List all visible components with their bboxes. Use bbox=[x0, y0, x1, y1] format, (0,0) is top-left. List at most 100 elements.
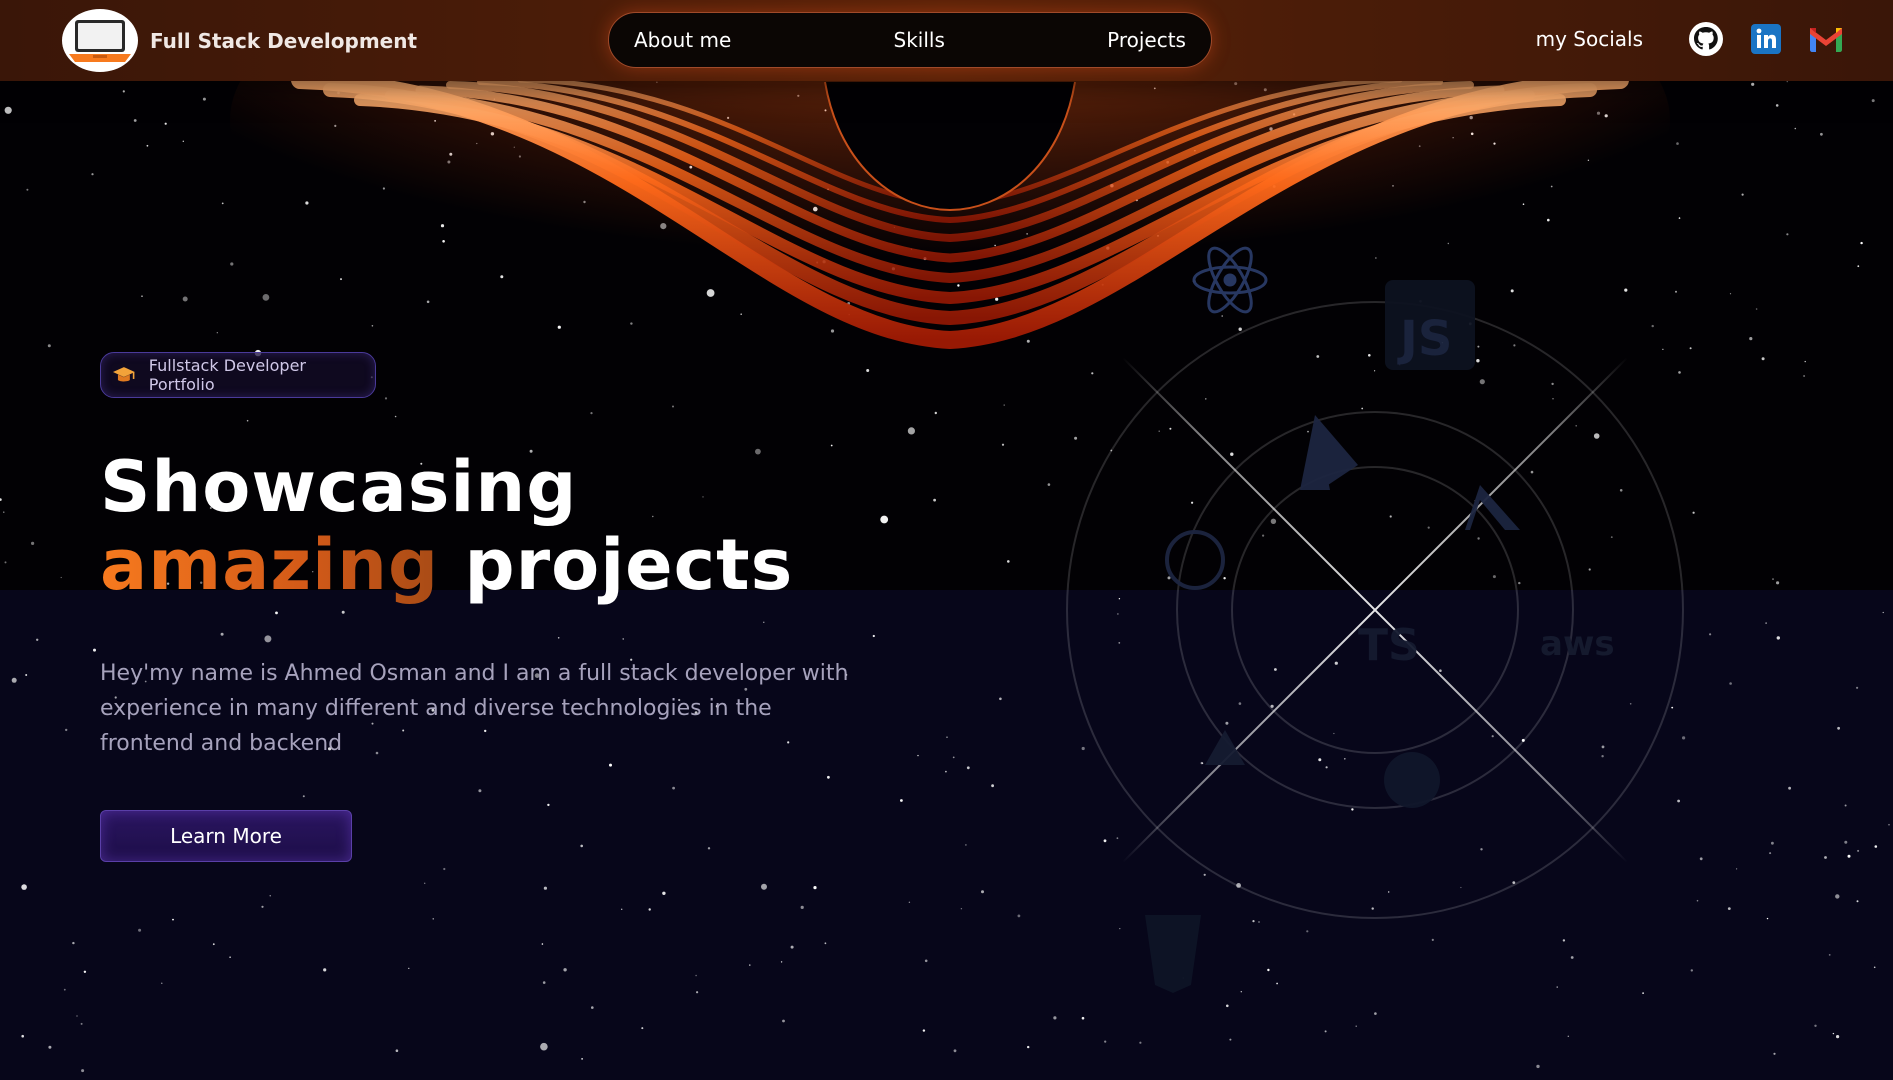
star bbox=[749, 964, 751, 966]
openai-icon bbox=[1165, 530, 1225, 590]
socials-label: my Socials bbox=[1535, 27, 1643, 51]
star bbox=[648, 908, 651, 911]
star bbox=[161, 982, 163, 984]
star bbox=[1844, 804, 1847, 807]
star bbox=[953, 1049, 957, 1053]
star bbox=[695, 974, 697, 977]
star bbox=[542, 981, 546, 984]
star bbox=[1837, 726, 1840, 730]
star bbox=[1874, 845, 1878, 848]
star bbox=[275, 611, 278, 615]
learn-more-button[interactable]: Learn More bbox=[100, 810, 352, 862]
star bbox=[1856, 900, 1859, 903]
star bbox=[443, 867, 446, 871]
star bbox=[541, 943, 544, 945]
star bbox=[782, 1019, 785, 1023]
star bbox=[880, 515, 889, 524]
star bbox=[1856, 686, 1859, 689]
star bbox=[1104, 1040, 1107, 1043]
badge-text: Fullstack Developer Portfolio bbox=[148, 356, 306, 394]
headline-line-1: Showcasing bbox=[100, 446, 578, 528]
star bbox=[800, 905, 804, 910]
star bbox=[138, 928, 142, 932]
skills-wheel: JS TS aws bbox=[970, 205, 1780, 1015]
star bbox=[763, 621, 765, 623]
star bbox=[907, 427, 916, 435]
star bbox=[872, 634, 875, 638]
star bbox=[76, 1015, 78, 1017]
github-wheel-icon bbox=[1384, 752, 1440, 808]
aws-icon: aws bbox=[1540, 624, 1615, 664]
star bbox=[1847, 854, 1851, 858]
headline-rest: projects bbox=[464, 524, 794, 606]
star bbox=[824, 942, 827, 945]
star bbox=[21, 884, 27, 890]
star bbox=[48, 1045, 52, 1049]
star bbox=[212, 943, 215, 946]
star bbox=[65, 728, 68, 732]
star bbox=[946, 736, 948, 738]
react-icon bbox=[1192, 246, 1268, 314]
github-icon[interactable] bbox=[1687, 20, 1725, 58]
star bbox=[0, 498, 2, 501]
star bbox=[813, 886, 817, 890]
headline-accent: amazing bbox=[100, 524, 440, 606]
portfolio-badge: Fullstack Developer Portfolio bbox=[100, 352, 376, 398]
star bbox=[1536, 1064, 1540, 1069]
star bbox=[1229, 1038, 1232, 1041]
star bbox=[36, 638, 39, 641]
star bbox=[908, 901, 911, 903]
star bbox=[543, 886, 548, 890]
graduation-cap-icon bbox=[112, 367, 135, 382]
headline-line-2: amazing projects bbox=[100, 526, 793, 604]
star bbox=[21, 1034, 25, 1038]
star bbox=[641, 1027, 644, 1030]
star bbox=[662, 891, 666, 895]
star bbox=[952, 756, 955, 759]
nav-item-about-me[interactable]: About me bbox=[634, 28, 731, 52]
brand[interactable]: Full Stack Development bbox=[62, 9, 417, 72]
star bbox=[269, 895, 271, 897]
star bbox=[581, 1058, 583, 1060]
socials: my Socials bbox=[1536, 20, 1845, 58]
star bbox=[540, 1042, 548, 1051]
star bbox=[790, 945, 794, 949]
star bbox=[81, 1069, 85, 1073]
firebase-icon bbox=[1300, 415, 1358, 490]
star bbox=[25, 674, 28, 676]
wheel-tech-icons: JS TS aws bbox=[1145, 246, 1615, 993]
star bbox=[547, 803, 550, 807]
star bbox=[264, 635, 272, 643]
star bbox=[302, 795, 305, 798]
gmail-icon[interactable] bbox=[1807, 20, 1845, 58]
hero-intro: Hey'my name is Ahmed Osman and I am a fu… bbox=[100, 661, 849, 756]
star bbox=[1324, 1030, 1327, 1033]
star bbox=[917, 754, 919, 757]
star bbox=[4, 561, 7, 564]
star bbox=[827, 775, 830, 779]
star bbox=[341, 610, 345, 614]
wheel-grid bbox=[970, 205, 1780, 1015]
star bbox=[1882, 611, 1884, 614]
nav-item-projects[interactable]: Projects bbox=[1107, 28, 1186, 52]
star bbox=[172, 918, 174, 921]
star bbox=[220, 632, 224, 636]
star bbox=[761, 883, 767, 890]
star bbox=[1888, 823, 1890, 826]
nav-item-skills[interactable]: Skills bbox=[894, 28, 945, 52]
star bbox=[696, 991, 699, 994]
star bbox=[1027, 1045, 1030, 1049]
star bbox=[3, 511, 5, 513]
star bbox=[229, 956, 231, 958]
star bbox=[261, 905, 264, 908]
star bbox=[424, 882, 426, 884]
star bbox=[1824, 856, 1827, 859]
star bbox=[622, 638, 624, 640]
html5-icon bbox=[1145, 915, 1201, 993]
star bbox=[922, 1029, 926, 1032]
linkedin-icon[interactable] bbox=[1747, 20, 1785, 58]
main-nav: About me Skills Projects bbox=[608, 12, 1212, 68]
star bbox=[557, 637, 560, 639]
star bbox=[1836, 1035, 1840, 1039]
star bbox=[432, 918, 434, 920]
